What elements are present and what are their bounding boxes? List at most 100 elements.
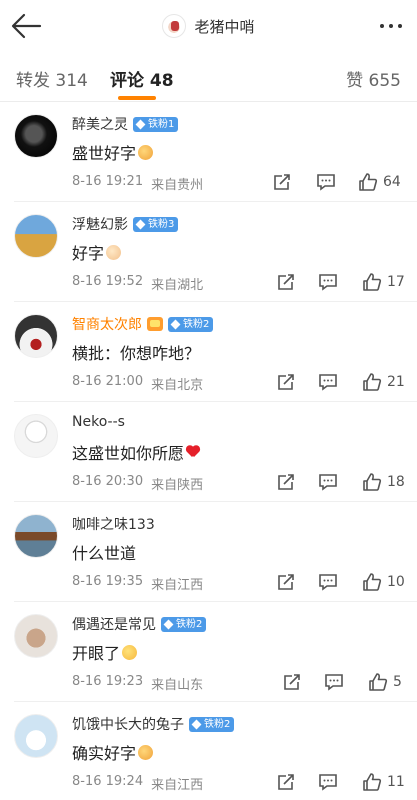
- comment-list: 醉美之灵 铁粉1 盛世好字 8-16 19:21 来自贵州 64 浮魅幻影 铁粉3…: [0, 102, 417, 800]
- comment-item[interactable]: 浮魅幻影 铁粉3 好字 8-16 19:52 来自湖北 17: [0, 202, 417, 302]
- thumbs-up-icon: [363, 773, 382, 791]
- reply-icon[interactable]: [318, 272, 338, 292]
- like-button[interactable]: 21: [362, 372, 405, 392]
- more-icon[interactable]: [373, 12, 409, 40]
- avatar[interactable]: [14, 414, 58, 458]
- reply-icon[interactable]: [318, 572, 338, 592]
- page-title[interactable]: 老猪中哨: [0, 12, 417, 40]
- fan-badge: 铁粉2: [161, 616, 207, 632]
- like-count: 10: [387, 574, 405, 590]
- comment-meta: 8-16 19:23 来自山东: [72, 674, 203, 693]
- comment-item[interactable]: Neko--s 这盛世如你所愿 8-16 20:30 来自陕西 18: [0, 402, 417, 502]
- tab-bar: 转发 314 评论 48 赞 655: [0, 52, 417, 102]
- heart-emoji-icon: [186, 446, 200, 458]
- avatar[interactable]: [14, 314, 58, 358]
- avatar[interactable]: [14, 614, 58, 658]
- like-button[interactable]: 10: [362, 572, 405, 592]
- like-count: 18: [387, 474, 405, 490]
- comment-meta: 8-16 19:35 来自江西: [72, 574, 203, 593]
- location: 来自山东: [151, 678, 204, 693]
- reply-icon[interactable]: [318, 472, 338, 492]
- clap-emoji-icon: [106, 244, 122, 260]
- comment-text: 开眼了: [72, 640, 138, 664]
- user-name: 醉美之灵: [72, 117, 128, 133]
- comment-author[interactable]: 醉美之灵 铁粉1: [72, 114, 179, 134]
- thumbs-up-icon: [363, 473, 382, 491]
- thumbs-up-emoji-icon: [138, 744, 154, 760]
- tab-reposts[interactable]: 转发 314: [16, 66, 88, 91]
- like-button[interactable]: 64: [358, 172, 401, 192]
- avatar[interactable]: [14, 214, 58, 258]
- user-name: Neko--s: [72, 414, 125, 430]
- comment-meta: 8-16 19:52 来自湖北: [72, 274, 203, 293]
- user-name: 浮魅幻影: [72, 217, 128, 233]
- comment-author[interactable]: 偶遇还是常见 铁粉2: [72, 614, 207, 634]
- avatar[interactable]: [14, 114, 58, 158]
- like-count: 21: [387, 374, 405, 390]
- comment-author[interactable]: Neko--s: [72, 414, 125, 430]
- thumbs-up-emoji-icon: [138, 144, 154, 160]
- thumbs-up-icon: [369, 673, 388, 691]
- timestamp: 8-16 19:35: [72, 574, 144, 589]
- repost-icon[interactable]: [276, 472, 296, 492]
- thumbs-up-icon: [363, 373, 382, 391]
- comment-text: 横批：你想咋地？: [72, 344, 201, 363]
- comment-item[interactable]: 饥饿中长大的兔子 铁粉2 确实好字 8-16 19:24 来自江西 11: [0, 702, 417, 800]
- reply-icon[interactable]: [316, 172, 336, 192]
- timestamp: 8-16 19:23: [72, 674, 144, 689]
- fan-badge: 铁粉2: [168, 316, 214, 332]
- like-button[interactable]: 11: [362, 772, 405, 792]
- comment-text: 好字: [72, 240, 122, 264]
- like-count: 11: [387, 774, 405, 790]
- comment-text: 什么世道: [72, 544, 137, 563]
- comment-author[interactable]: 饥饿中长大的兔子 铁粉2: [72, 714, 235, 734]
- comment-author[interactable]: 浮魅幻影 铁粉3: [72, 214, 179, 234]
- repost-icon[interactable]: [276, 272, 296, 292]
- timestamp: 8-16 19:52: [72, 274, 144, 289]
- location: 来自江西: [151, 578, 204, 593]
- active-tab-indicator: [118, 96, 156, 100]
- avatar[interactable]: [14, 514, 58, 558]
- author-avatar: [162, 14, 187, 38]
- fan-badge: 铁粉2: [189, 716, 235, 732]
- tab-comments[interactable]: 评论 48: [110, 66, 174, 91]
- location: 来自北京: [151, 378, 204, 393]
- location: 来自湖北: [151, 278, 204, 293]
- comment-item[interactable]: 偶遇还是常见 铁粉2 开眼了 8-16 19:23 来自山东 5: [0, 602, 417, 702]
- reply-icon[interactable]: [318, 772, 338, 792]
- like-count: 17: [387, 274, 405, 290]
- comment-author[interactable]: 智商太次郎 铁粉2: [72, 314, 214, 334]
- reply-icon[interactable]: [318, 372, 338, 392]
- repost-icon[interactable]: [272, 172, 292, 192]
- comment-item[interactable]: 醉美之灵 铁粉1 盛世好字 8-16 19:21 来自贵州 64: [0, 102, 417, 202]
- tab-likes[interactable]: 赞 655: [346, 66, 401, 91]
- location: 来自陕西: [151, 478, 204, 493]
- location: 来自贵州: [151, 178, 204, 193]
- comment-item[interactable]: 智商太次郎 铁粉2 横批：你想咋地？ 8-16 21:00 来自北京 21: [0, 302, 417, 402]
- comment-item[interactable]: 咖啡之味133 什么世道 8-16 19:35 来自江西 10: [0, 502, 417, 602]
- repost-icon[interactable]: [276, 772, 296, 792]
- author-name: 老猪中哨: [194, 17, 255, 36]
- thumbs-up-icon: [363, 273, 382, 291]
- repost-icon[interactable]: [282, 672, 302, 692]
- like-count: 64: [383, 174, 401, 190]
- vip-crown-icon: [147, 317, 163, 331]
- top-bar: 老猪中哨: [0, 0, 417, 52]
- like-button[interactable]: 18: [362, 472, 405, 492]
- comment-meta: 8-16 19:21 来自贵州: [72, 174, 203, 193]
- like-button[interactable]: 5: [368, 672, 402, 692]
- comment-meta: 8-16 19:24 来自江西: [72, 774, 203, 793]
- thumbs-up-icon: [359, 173, 378, 191]
- repost-icon[interactable]: [276, 572, 296, 592]
- reply-icon[interactable]: [324, 672, 344, 692]
- fan-badge: 铁粉3: [133, 216, 179, 232]
- thinking-emoji-icon: [122, 644, 138, 660]
- like-button[interactable]: 17: [362, 272, 405, 292]
- comment-author[interactable]: 咖啡之味133: [72, 514, 155, 534]
- fan-badge: 铁粉1: [133, 116, 179, 132]
- comment-meta: 8-16 21:00 来自北京: [72, 374, 203, 393]
- repost-icon[interactable]: [276, 372, 296, 392]
- comment-meta: 8-16 20:30 来自陕西: [72, 474, 203, 493]
- comment-text: 确实好字: [72, 740, 154, 764]
- avatar[interactable]: [14, 714, 58, 758]
